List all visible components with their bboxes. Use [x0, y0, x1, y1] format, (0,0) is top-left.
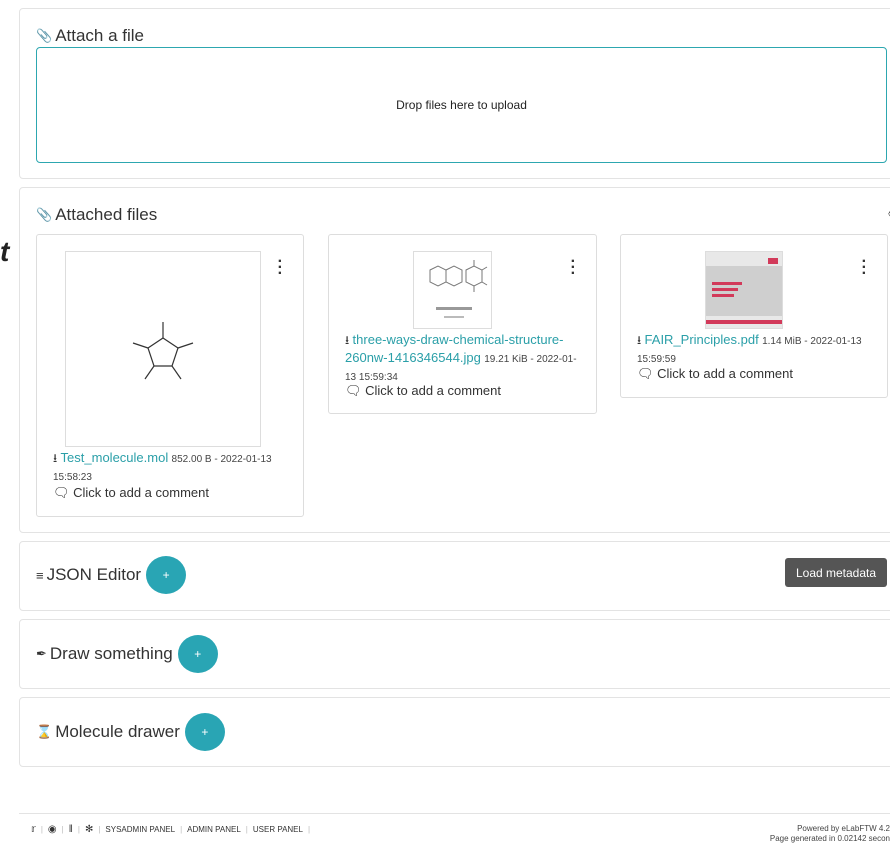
- attach-file-label: Attach a file: [55, 26, 145, 45]
- add-comment[interactable]: 🗨 Click to add a comment: [637, 366, 793, 382]
- pdf-preview-image: [706, 252, 782, 328]
- draw-something-title: ✒ Draw something +: [36, 635, 218, 673]
- file-meta: ⭳ Test_molecule.mol 852.00 B - 2022-01-1…: [53, 449, 293, 486]
- file-thumbnail[interactable]: [65, 251, 261, 447]
- file-size-date: 19.21 KiB - 2022-01-: [484, 354, 577, 365]
- footer-links: 𝕣 | ◉ | ‖ | ✻ | SYSADMIN PANEL | ADMIN P…: [31, 824, 310, 835]
- attached-files-label: Attached files: [55, 205, 158, 224]
- github-icon[interactable]: ◉: [48, 824, 57, 835]
- footer: 𝕣 | ◉ | ‖ | ✻ | SYSADMIN PANEL | ADMIN P…: [19, 813, 890, 854]
- add-comment[interactable]: 🗨 Click to add a comment: [345, 383, 501, 399]
- molecule-drawer-title: ⌛ Molecule drawer +: [36, 713, 225, 751]
- file-card-mol: · · · ⭳ Test_molecule.mol 852.00 B - 2022-…: [36, 234, 304, 517]
- add-comment-label: Click to add a comment: [365, 383, 501, 398]
- file-link[interactable]: Test_molecule.mol: [61, 450, 169, 465]
- file-time: 15:59:59: [637, 354, 676, 365]
- file-meta: ⭳ FAIR_Principles.pdf 1.14 MiB - 2022-01…: [637, 331, 882, 368]
- molecule-structure-image: [132, 322, 194, 380]
- file-options-menu-icon[interactable]: · · ·: [278, 254, 283, 282]
- file-thumbnail[interactable]: [705, 251, 783, 329]
- attached-files-title: 📎 Attached files: [36, 205, 157, 225]
- hourglass-icon: ⌛: [36, 724, 53, 739]
- powered-by-text: Powered by eLabFTW 4.2: [797, 824, 890, 833]
- comments-icon: 🗨: [637, 366, 654, 381]
- file-link[interactable]: FAIR_Principles.pdf: [645, 332, 759, 347]
- file-card-jpg: · · · ⭳ three-ways-draw-chemical-structure…: [328, 234, 597, 414]
- attach-file-panel: 📎 Attach a file Drop files here to uploa…: [19, 8, 890, 179]
- separator: |: [98, 825, 101, 834]
- paint-brush-icon: ✒: [36, 646, 47, 661]
- dropzone-text: Drop files here to upload: [396, 98, 527, 112]
- download-icon[interactable]: ⭳: [345, 333, 349, 347]
- draw-something-label: Draw something: [49, 644, 173, 663]
- attach-file-title: 📎 Attach a file: [36, 26, 144, 46]
- molecule-drawer-label: Molecule drawer: [55, 722, 180, 741]
- twitter-icon[interactable]: 𝕣: [31, 824, 36, 835]
- load-metadata-button[interactable]: Load metadata: [785, 558, 887, 587]
- admin-panel-link[interactable]: ADMIN PANEL: [187, 825, 241, 834]
- molecule-add-button[interactable]: +: [184, 713, 225, 751]
- molecule-drawer-panel: ⌛ Molecule drawer +: [19, 697, 890, 767]
- separator: |: [307, 825, 311, 834]
- separator: |: [40, 825, 43, 834]
- list-icon: ≡: [36, 567, 44, 583]
- bug-icon[interactable]: ✻: [85, 824, 93, 835]
- file-card-pdf: · · · ⭳ FAIR_Principles.pdf 1.14 MiB - 202…: [620, 234, 888, 398]
- comments-icon: 🗨: [53, 485, 70, 500]
- file-link-continued[interactable]: 260nw-1416346544.jpg: [345, 350, 481, 365]
- separator: |: [245, 825, 248, 834]
- draw-something-panel: ✒ Draw something +: [19, 619, 890, 689]
- add-comment[interactable]: 🗨 Click to add a comment: [53, 485, 209, 501]
- attached-files-panel: 📎 Attached files 👁 ··· ⭳ Test_molecule.m…: [19, 187, 890, 533]
- paperclip-icon: 📎: [36, 28, 53, 43]
- json-editor-title: ≡ JSON Editor +: [36, 556, 187, 594]
- separator: |: [77, 825, 80, 834]
- json-editor-panel: ≡ JSON Editor + Load metadata: [19, 541, 890, 611]
- file-size-date: 852.00 B - 2022-01-13: [171, 454, 272, 465]
- file-dropzone[interactable]: Drop files here to upload: [36, 47, 887, 163]
- separator: |: [180, 825, 183, 834]
- add-comment-label: Click to add a comment: [73, 485, 209, 500]
- comments-icon: 🗨: [345, 383, 362, 398]
- download-icon[interactable]: ⭳: [53, 451, 57, 465]
- file-thumbnail[interactable]: [413, 251, 492, 329]
- file-link[interactable]: three-ways-draw-chemical-structure-: [353, 332, 564, 347]
- stray-text-fragment: t: [0, 236, 10, 267]
- json-editor-add-button[interactable]: +: [146, 556, 187, 594]
- file-time: 15:58:23: [53, 472, 92, 483]
- file-size-date: 1.14 MiB - 2022-01-13: [762, 336, 862, 347]
- file-options-menu-icon[interactable]: · · ·: [862, 254, 867, 282]
- json-editor-label: JSON Editor: [46, 565, 142, 584]
- gitter-icon[interactable]: ‖: [69, 824, 73, 835]
- download-icon[interactable]: ⭳: [637, 333, 641, 347]
- separator: |: [61, 825, 64, 834]
- file-meta: ⭳ three-ways-draw-chemical-structure- 26…: [345, 331, 590, 386]
- sysadmin-panel-link[interactable]: SYSADMIN PANEL: [105, 825, 175, 834]
- draw-add-button[interactable]: +: [177, 635, 218, 673]
- user-panel-link[interactable]: USER PANEL: [253, 825, 303, 834]
- add-comment-label: Click to add a comment: [657, 366, 793, 381]
- file-options-menu-icon[interactable]: · · ·: [571, 254, 576, 282]
- chemical-structure-image: [429, 260, 488, 318]
- paperclip-icon: 📎: [36, 207, 53, 222]
- file-time: 13 15:59:34: [345, 372, 398, 383]
- footer-info: Powered by eLabFTW 4.2 Page generated in…: [770, 824, 890, 844]
